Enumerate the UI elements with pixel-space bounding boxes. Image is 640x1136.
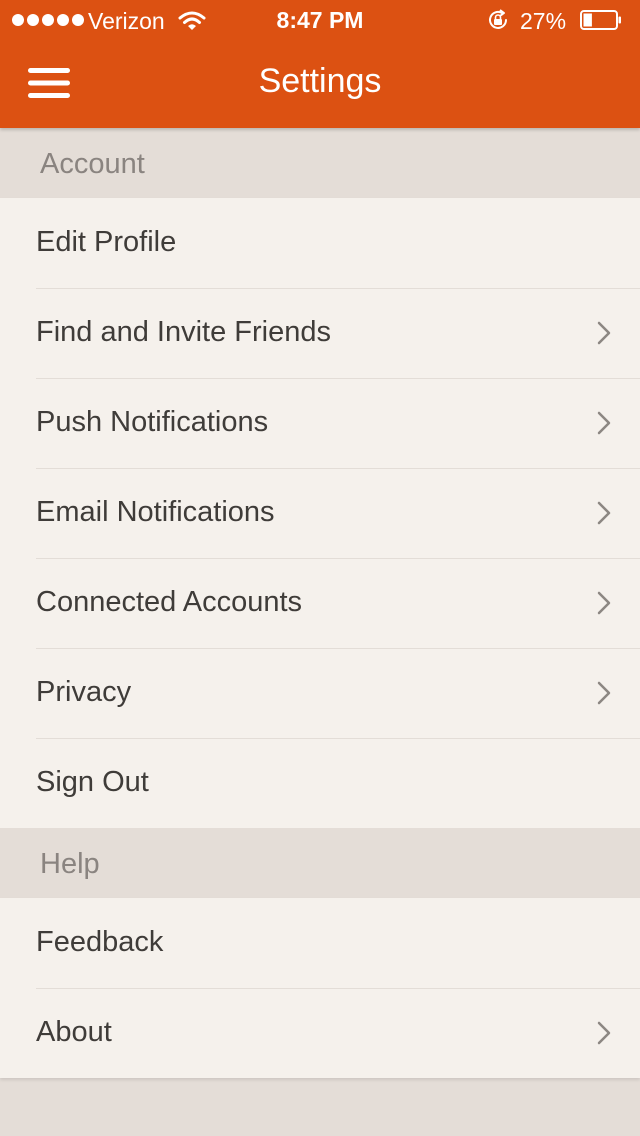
row-label: Find and Invite Friends xyxy=(36,316,331,348)
settings-row-find-invite-friends[interactable]: Find and Invite Friends xyxy=(0,288,640,378)
settings-row-edit-profile[interactable]: Edit Profile xyxy=(0,198,640,288)
battery-percent: 27% xyxy=(520,8,567,34)
settings-row-connected-accounts[interactable]: Connected Accounts xyxy=(0,558,640,648)
settings-row-about[interactable]: About xyxy=(0,988,640,1078)
settings-row-email-notifications[interactable]: Email Notifications xyxy=(0,468,640,558)
row-label: Sign Out xyxy=(36,766,149,798)
battery-icon xyxy=(580,10,621,30)
section-header-help: Help xyxy=(0,828,640,898)
row-label: Feedback xyxy=(36,926,164,958)
settings-row-feedback[interactable]: Feedback xyxy=(0,898,640,988)
chevron-right-icon xyxy=(597,1021,611,1045)
row-label: About xyxy=(36,1016,112,1048)
status-bar: Verizon 8:47 PM 27% xyxy=(0,0,640,40)
help-settings-list: Feedback About xyxy=(0,898,640,1078)
row-label: Privacy xyxy=(36,676,132,708)
chevron-right-icon xyxy=(597,411,611,435)
settings-row-sign-out[interactable]: Sign Out xyxy=(0,738,640,828)
settings-row-push-notifications[interactable]: Push Notifications xyxy=(0,378,640,468)
rotation-lock-icon xyxy=(489,9,507,29)
section-title: Account xyxy=(40,148,145,180)
row-label: Edit Profile xyxy=(36,226,177,258)
row-label: Connected Accounts xyxy=(36,586,303,618)
chevron-right-icon xyxy=(597,591,611,615)
nav-header: Verizon 8:47 PM 27% Settings xyxy=(0,0,640,128)
row-label: Email Notifications xyxy=(36,496,275,528)
row-label: Push Notifications xyxy=(36,406,269,438)
chevron-right-icon xyxy=(597,681,611,705)
chevron-right-icon xyxy=(597,501,611,525)
page-title: Settings xyxy=(258,62,382,100)
section-header-account: Account xyxy=(0,128,640,198)
account-settings-list: Edit Profile Find and Invite Friends Pus… xyxy=(0,198,640,828)
chevron-right-icon xyxy=(597,321,611,345)
settings-row-privacy[interactable]: Privacy xyxy=(0,648,640,738)
section-title: Help xyxy=(40,848,100,880)
